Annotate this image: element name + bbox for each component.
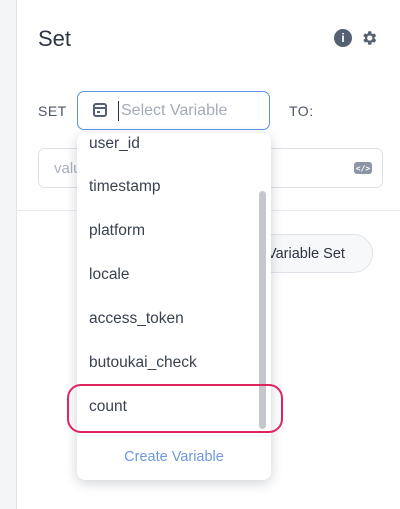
to-label: TO: — [289, 103, 314, 119]
variable-select[interactable] — [77, 91, 270, 130]
variable-icon — [93, 103, 107, 117]
set-label: SET — [38, 103, 67, 119]
dropdown-item-user-id[interactable]: user_id — [89, 135, 140, 153]
variable-dropdown: user_id timestamp platform locale access… — [77, 133, 271, 480]
dropdown-item-platform[interactable]: platform — [89, 222, 145, 240]
code-icon[interactable]: </> — [354, 162, 372, 174]
create-variable-link[interactable]: Create Variable — [77, 449, 271, 465]
dropdown-item-butoukai-check[interactable]: butoukai_check — [89, 354, 197, 372]
variable-search-input[interactable] — [121, 100, 261, 122]
page-title: Set — [38, 26, 72, 51]
dropdown-item-count[interactable]: count — [89, 398, 127, 416]
dropdown-item-access-token[interactable]: access_token — [89, 310, 184, 328]
text-caret — [118, 101, 119, 121]
gear-icon[interactable] — [360, 29, 378, 47]
dropdown-item-timestamp[interactable]: timestamp — [89, 178, 161, 196]
dropdown-footer-divider — [77, 435, 271, 436]
variable-dropdown-list: user_id timestamp platform locale access… — [77, 133, 271, 435]
info-icon[interactable]: i — [334, 29, 352, 47]
dropdown-scrollbar[interactable] — [259, 191, 266, 429]
dropdown-item-locale[interactable]: locale — [89, 266, 130, 284]
